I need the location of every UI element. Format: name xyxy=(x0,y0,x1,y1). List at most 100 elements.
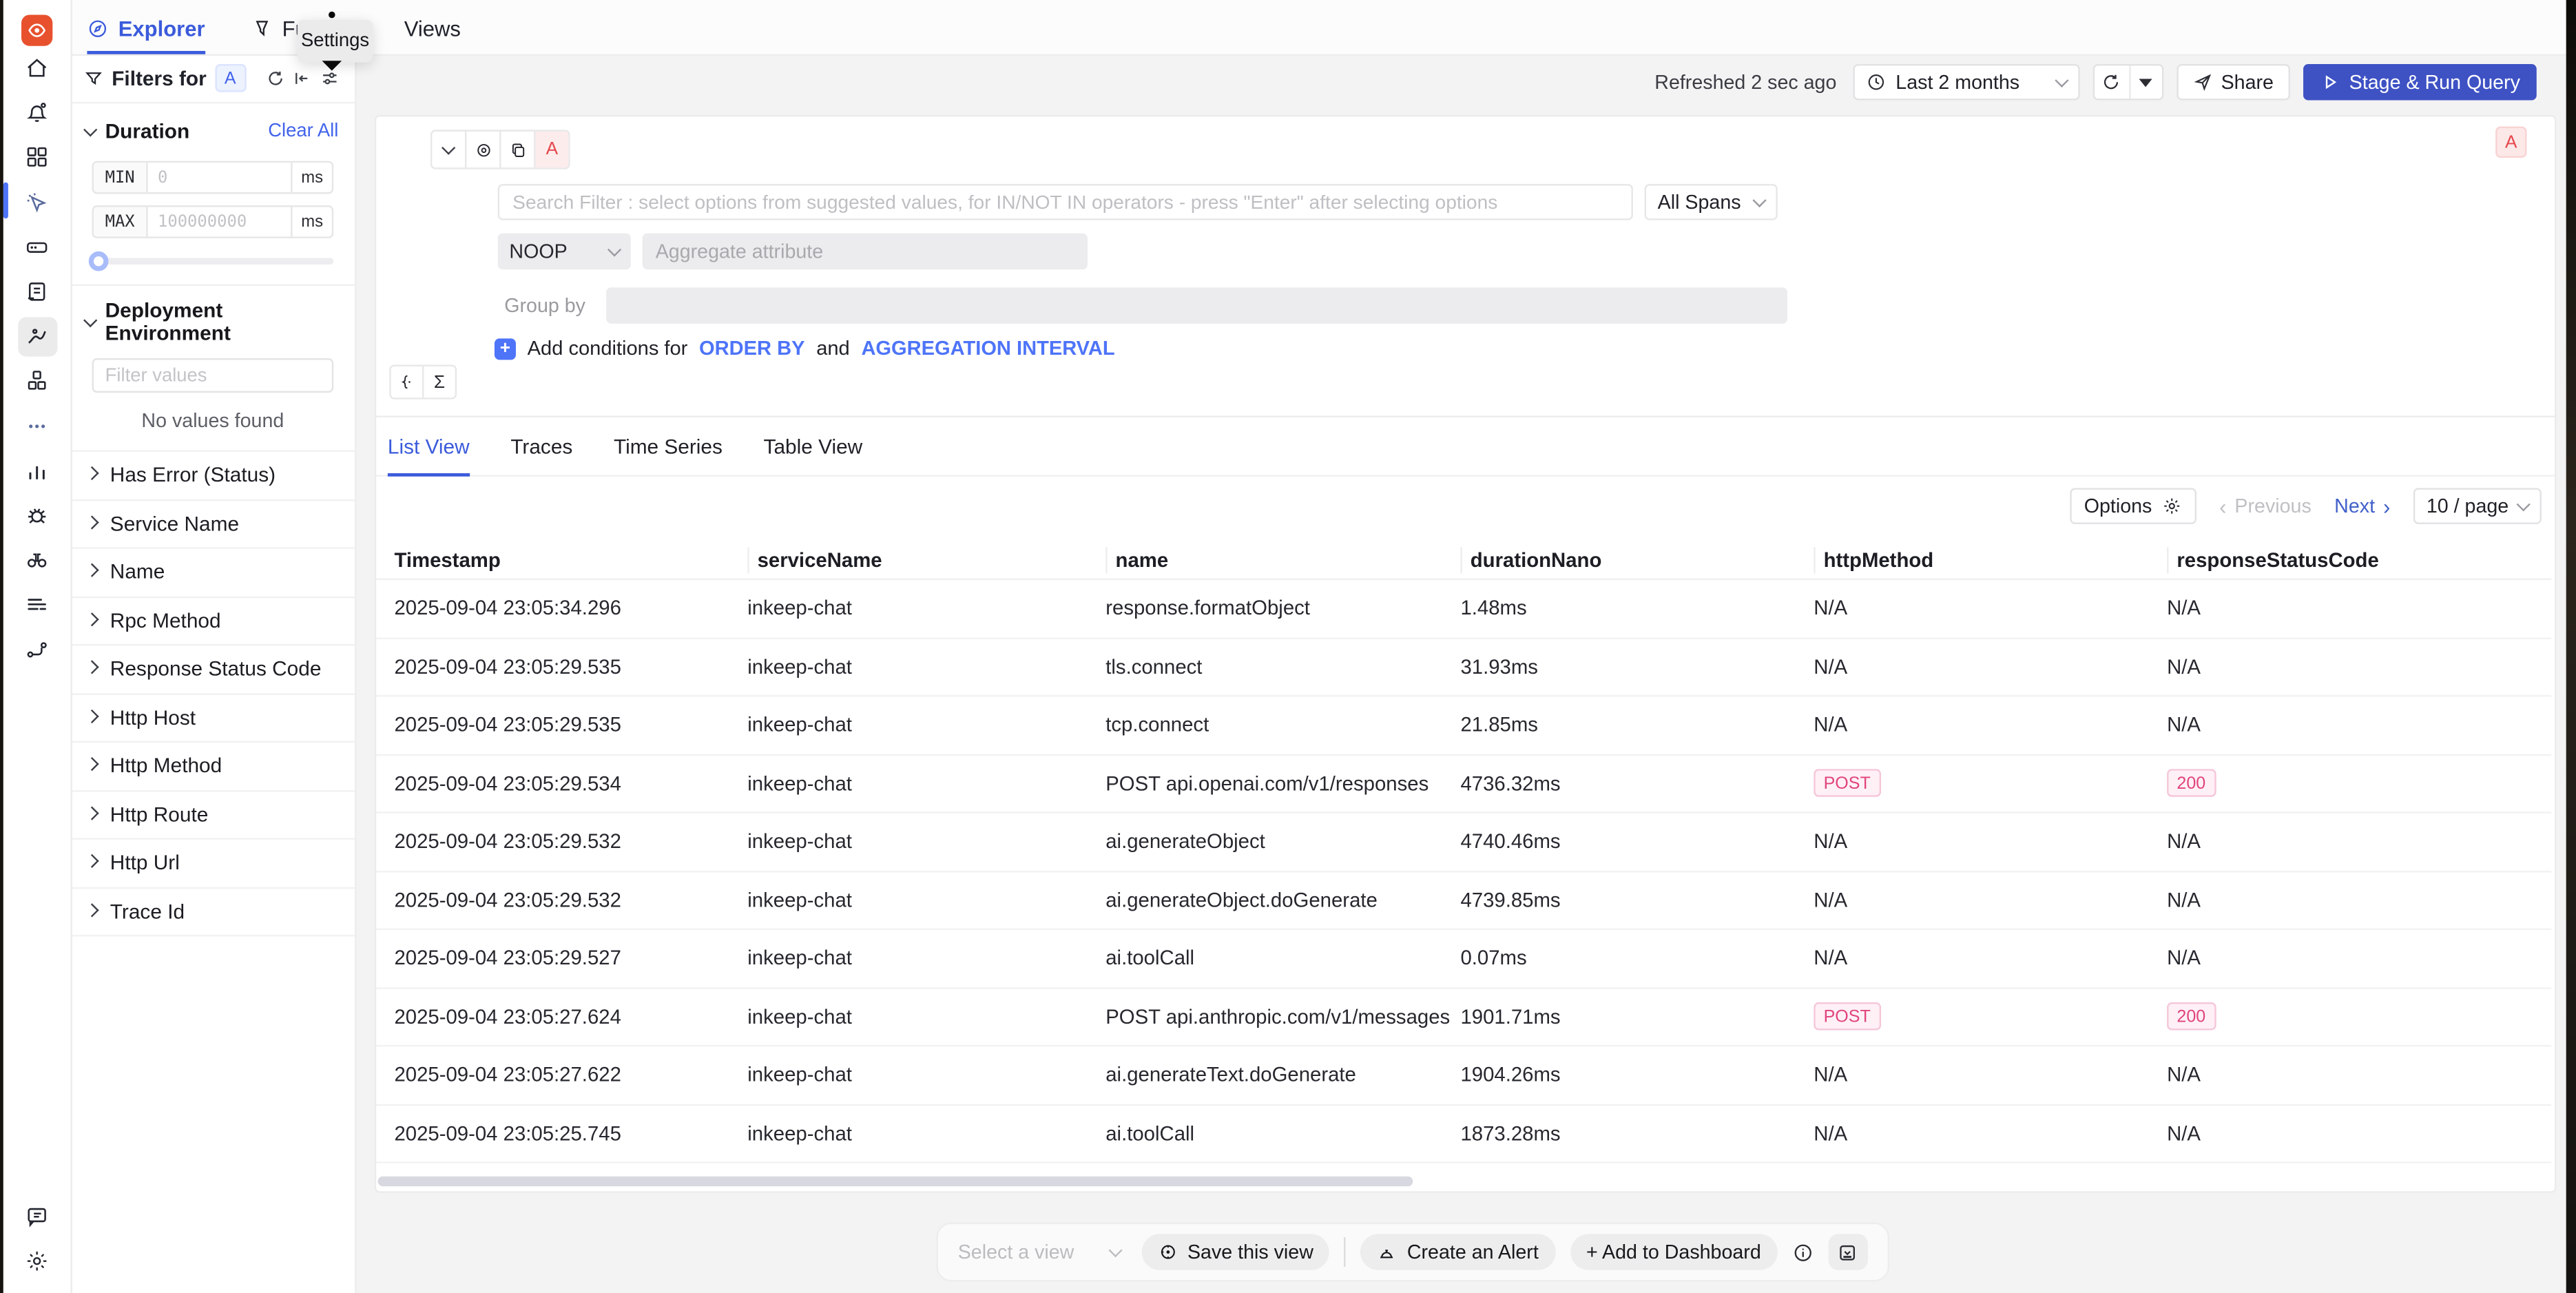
chevron-down-icon[interactable] xyxy=(83,313,97,327)
duration-slider[interactable] xyxy=(90,258,333,265)
query-badge-a[interactable]: A xyxy=(215,64,246,92)
export-image-button[interactable] xyxy=(1829,1234,1868,1270)
view-tab-traces[interactable]: Traces xyxy=(510,435,572,477)
column-header[interactable]: serviceName xyxy=(747,546,1105,572)
horizontal-scrollbar[interactable] xyxy=(378,1177,1413,1186)
column-header[interactable]: durationNano xyxy=(1460,546,1814,572)
column-header[interactable]: responseStatusCode xyxy=(2167,546,2551,572)
plus-icon[interactable]: + xyxy=(495,338,516,359)
filter-section-label: Rpc Method xyxy=(110,609,221,632)
filter-section[interactable]: Http Route xyxy=(71,789,355,838)
sidebar-item-explore[interactable] xyxy=(17,540,56,579)
span-scope-select[interactable]: All Spans xyxy=(1645,184,1778,220)
duplicate-query-button[interactable] xyxy=(501,132,535,167)
next-page-button[interactable]: Next› xyxy=(2334,494,2390,519)
table-row[interactable]: 2025-09-04 23:05:27.622inkeep-chatai.gen… xyxy=(376,1046,2551,1105)
sidebar-item-traces[interactable] xyxy=(17,317,56,356)
sync-filters-button[interactable] xyxy=(265,69,284,87)
table-row[interactable]: 2025-09-04 23:05:29.527inkeep-chatai.too… xyxy=(376,930,2551,989)
deployment-env-filter-input[interactable]: Filter values xyxy=(92,358,334,393)
group-by-input[interactable] xyxy=(606,287,1787,323)
filter-section[interactable]: Response Status Code xyxy=(71,644,355,692)
cell-duration: 31.93ms xyxy=(1460,655,1814,678)
aggregate-attribute-input[interactable]: Aggregate attribute xyxy=(643,234,1088,269)
sidebar-item-dashboards[interactable] xyxy=(17,138,56,177)
view-tab-table-view[interactable]: Table View xyxy=(764,435,863,477)
query-builder-mode-button[interactable] xyxy=(391,366,422,397)
sidebar-item-alerts[interactable] xyxy=(17,93,56,132)
select-view-dropdown[interactable]: Select a view xyxy=(958,1241,1127,1263)
cell-http-method: N/A xyxy=(1814,597,2167,619)
filter-section[interactable]: Rpc Method xyxy=(71,596,355,644)
search-filter-input[interactable]: Search Filter : select options from sugg… xyxy=(498,184,1633,220)
table-row[interactable]: 2025-09-04 23:05:29.532inkeep-chatai.gen… xyxy=(376,871,2551,930)
filter-section[interactable]: Has Error (Status) xyxy=(71,451,355,499)
view-tab-time-series[interactable]: Time Series xyxy=(614,435,723,477)
time-range-select[interactable]: Last 2 months xyxy=(1853,64,2079,100)
tab-explorer[interactable]: Explorer xyxy=(87,0,205,54)
sidebar-item-quick-filters[interactable] xyxy=(17,183,56,222)
view-tab-list-view[interactable]: List View xyxy=(388,435,470,477)
column-header[interactable]: httpMethod xyxy=(1814,546,2167,572)
query-result-badge-a[interactable]: A xyxy=(2495,127,2526,158)
aggregation-operator-select[interactable]: NOOP xyxy=(498,234,631,269)
add-conditions-text: Add conditions for xyxy=(528,337,688,360)
sidebar-item-support[interactable] xyxy=(17,1197,56,1236)
sidebar-item-metrics[interactable] xyxy=(17,451,56,490)
options-button[interactable]: Options xyxy=(2069,488,2196,524)
sliders-icon xyxy=(320,69,338,87)
chevron-down-icon[interactable] xyxy=(83,123,97,136)
sidebar-item-logs[interactable] xyxy=(17,272,56,311)
save-view-button[interactable]: Save this view xyxy=(1141,1234,1330,1270)
sidebar-item-home[interactable] xyxy=(17,49,56,88)
share-button[interactable]: Share xyxy=(2177,64,2290,100)
table-row[interactable]: 2025-09-04 23:05:25.745inkeep-chatai.too… xyxy=(376,1105,2551,1163)
filter-section[interactable]: Http Method xyxy=(71,741,355,789)
previous-page-button[interactable]: ‹Previous xyxy=(2219,494,2312,519)
table-row[interactable]: 2025-09-04 23:05:29.535inkeep-chattls.co… xyxy=(376,639,2551,697)
tab-views[interactable]: Views xyxy=(404,0,461,54)
filter-section[interactable]: Http Url xyxy=(71,838,355,886)
table-row[interactable]: 2025-09-04 23:05:29.534inkeep-chatPOST a… xyxy=(376,755,2551,814)
sidebar-item-integrations[interactable] xyxy=(17,630,56,669)
cell-span-name: tls.connect xyxy=(1105,655,1460,678)
collapse-panel-button[interactable] xyxy=(293,69,311,87)
table-row[interactable]: 2025-09-04 23:05:29.532inkeep-chatai.gen… xyxy=(376,814,2551,872)
query-results-card: A Search Filter : select options from su… xyxy=(375,115,2557,1193)
filter-section[interactable]: Name xyxy=(71,547,355,595)
sidebar-item-pipelines[interactable] xyxy=(17,585,56,624)
refresh-button[interactable] xyxy=(2095,65,2129,99)
clear-all-link[interactable]: Clear All xyxy=(268,122,338,142)
aggregation-interval-link[interactable]: AGGREGATION INTERVAL xyxy=(861,337,1114,360)
formula-mode-button[interactable]: Σ xyxy=(422,366,455,397)
create-alert-button[interactable]: Create an Alert xyxy=(1361,1234,1555,1270)
sidebar-item-settings[interactable] xyxy=(17,1241,56,1281)
sidebar-item-more[interactable] xyxy=(17,406,56,445)
slider-handle[interactable] xyxy=(89,251,109,271)
info-button[interactable] xyxy=(1792,1241,1814,1263)
duration-min-input[interactable]: MIN 0 ms xyxy=(92,161,334,194)
query-letter-badge[interactable]: A xyxy=(536,132,569,167)
order-by-link[interactable]: ORDER BY xyxy=(699,337,804,360)
column-header[interactable]: name xyxy=(1105,546,1460,572)
collapse-query-button[interactable] xyxy=(432,132,466,167)
signoz-logo[interactable] xyxy=(21,14,52,45)
cell-timestamp: 2025-09-04 23:05:27.622 xyxy=(394,1064,747,1086)
filter-section[interactable]: Trace Id xyxy=(71,887,355,937)
duration-max-input[interactable]: MAX 100000000 ms xyxy=(92,205,334,238)
filter-section[interactable]: Http Host xyxy=(71,692,355,741)
refresh-options-button[interactable] xyxy=(2129,65,2162,99)
table-row[interactable]: 2025-09-04 23:05:29.535inkeep-chattcp.co… xyxy=(376,696,2551,755)
sidebar-item-infrastructure[interactable] xyxy=(17,227,56,267)
column-header[interactable]: Timestamp xyxy=(394,546,747,572)
filter-settings-button[interactable] xyxy=(320,69,338,87)
stage-run-query-button[interactable]: Stage & Run Query xyxy=(2303,64,2537,100)
sidebar-item-services[interactable] xyxy=(17,362,56,401)
toggle-query-visibility-button[interactable] xyxy=(466,132,501,167)
table-row[interactable]: 2025-09-04 23:05:34.296inkeep-chatrespon… xyxy=(376,580,2551,639)
sidebar-item-exceptions[interactable] xyxy=(17,495,56,535)
filter-section[interactable]: Service Name xyxy=(71,499,355,547)
table-row[interactable]: 2025-09-04 23:05:27.624inkeep-chatPOST a… xyxy=(376,989,2551,1047)
add-to-dashboard-button[interactable]: + Add to Dashboard xyxy=(1570,1234,1778,1270)
page-size-select[interactable]: 10 / page xyxy=(2413,488,2542,524)
